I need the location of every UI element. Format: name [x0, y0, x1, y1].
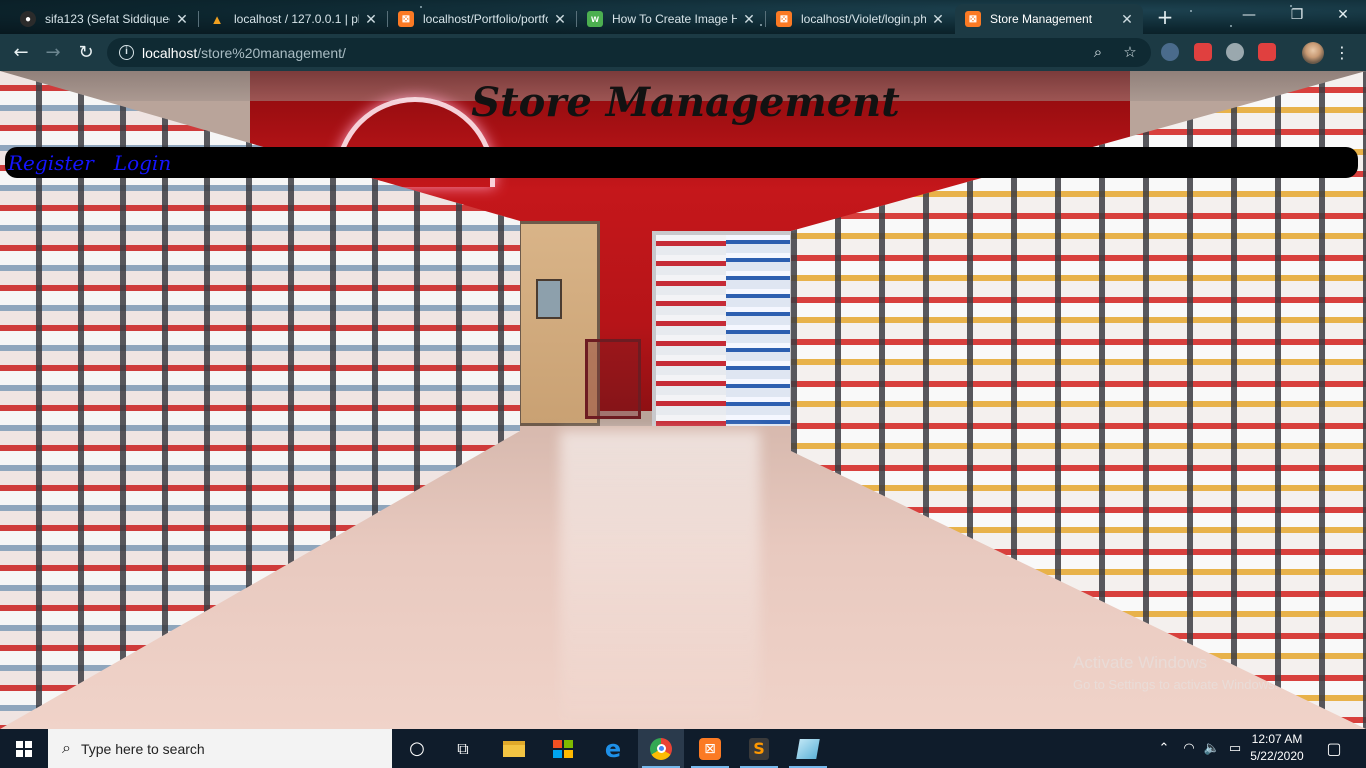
- close-icon[interactable]: ✕: [552, 11, 568, 28]
- activate-windows-title: Activate Windows: [1073, 653, 1208, 672]
- chrome-icon[interactable]: [638, 729, 684, 768]
- tab-label: Store Management: [990, 12, 1093, 26]
- taskbar-search-box[interactable]: ⌕ Type here to search: [48, 729, 392, 768]
- xampp-icon: ⊠: [776, 11, 792, 27]
- page-viewport: Store Management Register Login Activate…: [0, 71, 1366, 729]
- background-star: [1190, 10, 1192, 12]
- network-icon[interactable]: ◠: [1178, 729, 1200, 768]
- close-icon[interactable]: ✕: [363, 11, 379, 28]
- tab-github[interactable]: ● sifa123 (Sefat Siddiquee) ✕: [10, 4, 198, 34]
- close-icon[interactable]: ✕: [1119, 11, 1135, 28]
- page-title: Store Management: [471, 79, 900, 126]
- register-link[interactable]: Register: [8, 151, 94, 175]
- task-view-icon[interactable]: ⧉: [440, 729, 486, 768]
- bookmark-star-icon[interactable]: ☆: [1119, 38, 1141, 67]
- activate-windows-subtitle: Go to Settings to activate Windows.: [1073, 677, 1279, 692]
- window-close-icon[interactable]: ✕: [1332, 4, 1354, 26]
- phpmyadmin-icon: ▲: [210, 11, 224, 27]
- door-window: [536, 279, 562, 319]
- xampp-icon: ⊠: [965, 11, 981, 27]
- notepad-icon[interactable]: [785, 729, 831, 768]
- tab-label: sifa123 (Sefat Siddiquee): [45, 12, 170, 26]
- reload-icon[interactable]: ↻: [73, 40, 99, 66]
- tab-label: localhost / 127.0.0.1 | phpMyAdmin: [234, 12, 359, 26]
- site-info-icon[interactable]: i: [119, 45, 134, 60]
- back-cooler-blue: [726, 235, 790, 427]
- edge-icon[interactable]: e: [590, 729, 636, 768]
- profile-avatar[interactable]: [1302, 42, 1324, 64]
- tab-label: How To Create Image Hover: [612, 12, 737, 26]
- maximize-icon[interactable]: ❐: [1286, 4, 1308, 26]
- clock-time: 12:07 AM: [1251, 732, 1303, 746]
- extension-cursor-icon[interactable]: [1161, 43, 1179, 61]
- browser-toolbar: ← → ↻ i localhost/store%20management/ ⌕ …: [0, 34, 1366, 71]
- sublime-text-icon[interactable]: S: [736, 729, 782, 768]
- windows-logo-icon: [16, 740, 32, 757]
- extension-bike-icon[interactable]: [1226, 43, 1244, 61]
- menu-kebab-icon[interactable]: ⋮: [1334, 40, 1350, 66]
- cortana-icon[interactable]: ○: [394, 729, 440, 768]
- floor-reflection: [560, 431, 760, 721]
- extension-youtube-icon[interactable]: [1258, 43, 1276, 61]
- back-arrow-icon[interactable]: ←: [8, 40, 34, 66]
- taskbar-clock[interactable]: 12:07 AM 5/22/2020: [1244, 731, 1310, 765]
- new-tab-button[interactable]: +: [1154, 7, 1176, 29]
- shopping-cart: [585, 339, 641, 419]
- tray-chevron-up-icon[interactable]: ⌃: [1154, 729, 1174, 768]
- close-icon[interactable]: ✕: [741, 11, 757, 28]
- background-star: [1230, 25, 1232, 27]
- minimize-icon[interactable]: —: [1238, 4, 1260, 26]
- tab-w3schools[interactable]: w How To Create Image Hover ✕: [577, 4, 765, 34]
- tab-store-management[interactable]: ⊠ Store Management ✕: [955, 4, 1143, 34]
- tab-label: localhost/Portfolio/portfolio: [423, 12, 548, 26]
- volume-icon[interactable]: 🔈: [1201, 729, 1223, 768]
- browser-tabstrip: ● sifa123 (Sefat Siddiquee) ✕ ▲ localhos…: [0, 0, 1366, 34]
- url-path: /store%20management/: [197, 44, 346, 61]
- battery-icon[interactable]: ▭: [1224, 729, 1246, 768]
- start-button[interactable]: [0, 729, 48, 768]
- extension-pocket-icon[interactable]: [1194, 43, 1212, 61]
- xampp-taskbar-icon[interactable]: ⊠: [687, 729, 733, 768]
- clock-date: 5/22/2020: [1250, 749, 1304, 763]
- store-icon[interactable]: [540, 729, 586, 768]
- login-link[interactable]: Login: [114, 151, 171, 175]
- taskbar: ⌕ Type here to search ○ ⧉ e ⊠ S ⌃ ◠ 🔈 ▭ …: [0, 729, 1366, 768]
- tab-phpmyadmin[interactable]: ▲ localhost / 127.0.0.1 | phpMyAdmin ✕: [199, 4, 387, 34]
- xampp-icon: ⊠: [398, 11, 414, 27]
- close-icon[interactable]: ✕: [174, 11, 190, 28]
- search-icon: ⌕: [62, 739, 71, 757]
- tab-portfolio[interactable]: ⊠ localhost/Portfolio/portfolio ✕: [388, 4, 576, 34]
- w3schools-icon: w: [587, 11, 603, 27]
- search-placeholder: Type here to search: [80, 740, 205, 757]
- github-icon: ●: [20, 11, 36, 27]
- forward-arrow-icon[interactable]: →: [40, 40, 66, 66]
- nav-menu-bar: Register Login: [5, 147, 1358, 178]
- address-bar[interactable]: i localhost/store%20management/ ⌕ ☆: [107, 38, 1151, 67]
- notification-icon[interactable]: ▢: [1320, 729, 1348, 768]
- tab-label: localhost/Violet/login.php: [801, 12, 926, 26]
- close-icon[interactable]: ✕: [930, 11, 946, 28]
- zoom-icon[interactable]: ⌕: [1087, 38, 1109, 67]
- url-host: localhost: [142, 44, 198, 61]
- file-explorer-icon[interactable]: [491, 729, 537, 768]
- tab-violet-login[interactable]: ⊠ localhost/Violet/login.php ✕: [766, 4, 954, 34]
